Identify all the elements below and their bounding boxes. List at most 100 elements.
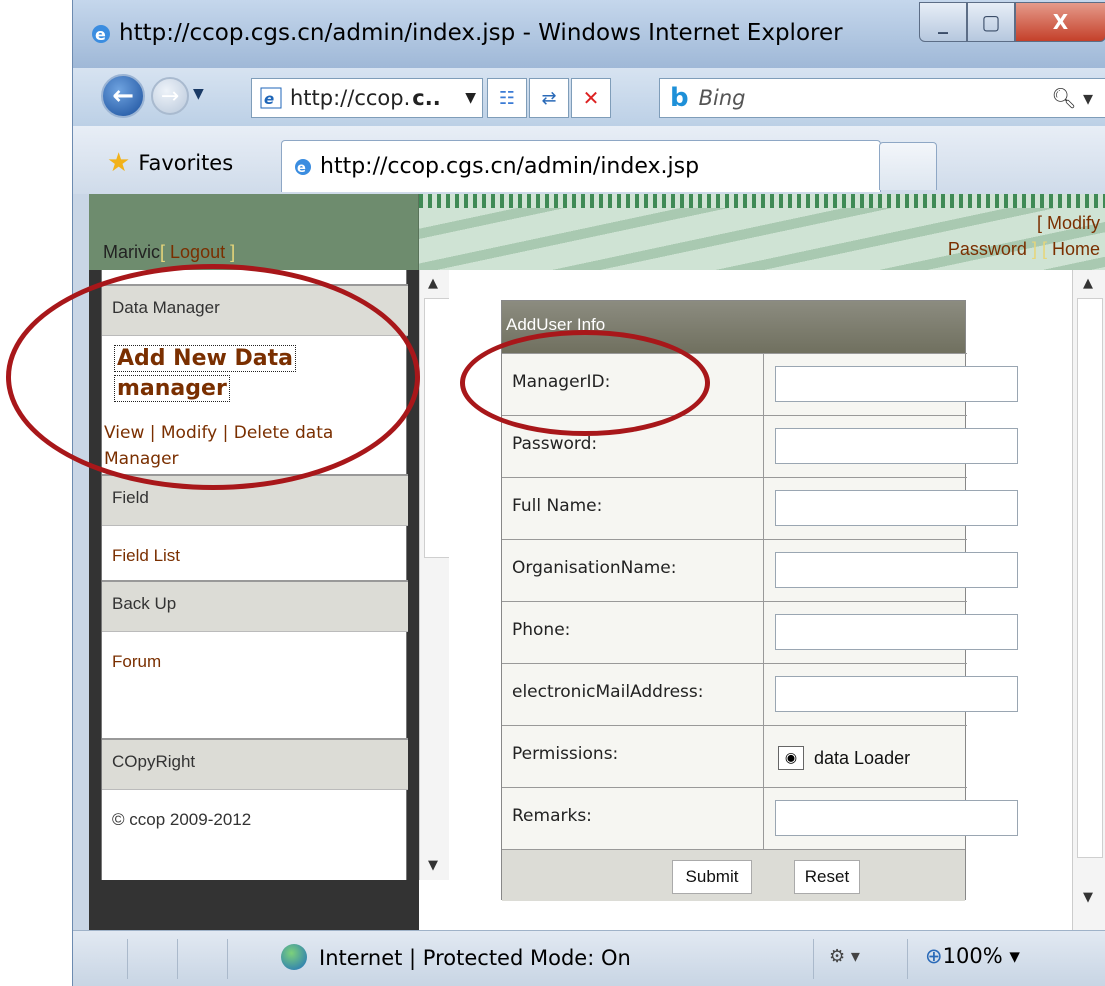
refresh-icon: ⇄: [541, 87, 557, 109]
email-label: electronicMailAddress:: [502, 664, 764, 725]
scrollbar-thumb[interactable]: [424, 298, 450, 558]
remarks-label: Remarks:: [502, 788, 764, 849]
phone-label: Phone:: [502, 602, 764, 663]
compatibility-icon: ☷: [498, 87, 516, 109]
form-footer: Submit Reset: [502, 849, 965, 901]
email-input[interactable]: [775, 676, 1018, 712]
bing-logo-icon: b: [670, 83, 689, 113]
form-row-permissions: Permissions: ◉ data Loader: [502, 725, 967, 787]
arrow-right-icon: →: [160, 83, 180, 109]
window-title: http://ccop.cgs.cn/admin/index.jsp - Win…: [119, 20, 843, 46]
sidebar-header-backup: Back Up: [102, 580, 408, 632]
minimize-button[interactable]: _: [919, 2, 967, 42]
scroll-down-icon[interactable]: ▼: [1083, 890, 1093, 905]
scroll-up-icon[interactable]: ▲: [1083, 276, 1093, 291]
data-loader-label: data Loader: [814, 748, 911, 768]
page-ie-icon: e: [260, 87, 282, 109]
scrollbar-thumb[interactable]: [1077, 298, 1103, 858]
scroll-down-icon[interactable]: ▼: [428, 858, 438, 873]
tab-ie-icon: e: [295, 158, 311, 176]
header-banner: [ Modify Password ] [ Home: [419, 194, 1105, 270]
password-link[interactable]: Password: [948, 239, 1027, 259]
manager-id-input[interactable]: [775, 366, 1018, 402]
window-controls: _ ▢ X: [919, 2, 1105, 44]
close-button[interactable]: X: [1015, 2, 1105, 42]
data-loader-radio[interactable]: ◉: [778, 746, 804, 770]
address-bar[interactable]: e http://ccop. c.. ▼: [251, 78, 483, 118]
status-divider: [227, 939, 228, 979]
permissions-label: Permissions:: [502, 726, 764, 787]
tab-title: http://ccop.cgs.cn/admin/index.jsp: [320, 154, 700, 179]
annotation-ellipse-manager-id: [460, 330, 710, 436]
compatibility-view-button[interactable]: ☷: [487, 78, 527, 118]
password-input[interactable]: [775, 428, 1018, 464]
forum-link[interactable]: Forum: [112, 652, 161, 672]
favorites-label: Favorites: [138, 151, 234, 175]
refresh-button[interactable]: ⇄: [529, 78, 569, 118]
modify-link[interactable]: [ Modify: [948, 210, 1100, 236]
status-divider: [177, 939, 178, 979]
user-bar: Marivic[ Logout ]: [103, 242, 235, 263]
phone-input[interactable]: [775, 614, 1018, 650]
tab-active[interactable]: e http://ccop.cgs.cn/admin/index.jsp: [281, 140, 881, 192]
svg-text:e: e: [95, 25, 106, 44]
organisation-name-input[interactable]: [775, 552, 1018, 588]
form-row-full-name: Full Name:: [502, 477, 1018, 539]
field-list-link[interactable]: Field List: [112, 546, 180, 566]
recent-pages-dropdown[interactable]: ▼: [193, 86, 204, 102]
arrow-left-icon: ←: [112, 81, 134, 111]
remarks-input[interactable]: [775, 800, 1018, 836]
full-name-label: Full Name:: [502, 478, 764, 539]
favorites-button[interactable]: ★ Favorites: [107, 148, 233, 178]
address-text: http://ccop.: [290, 86, 411, 110]
search-box[interactable]: b Bing 🔍︎ ▾: [659, 78, 1105, 118]
form-row-remarks: Remarks:: [502, 787, 1018, 849]
star-icon: ★: [107, 148, 131, 178]
title-bar: e http://ccop.cgs.cn/admin/index.jsp - W…: [73, 0, 1105, 68]
maximize-button[interactable]: ▢: [967, 2, 1015, 42]
scroll-up-icon[interactable]: ▲: [428, 276, 438, 291]
sidebar-scrollbar[interactable]: ▲ ▼: [419, 270, 450, 880]
organisation-name-label: OrganisationName:: [502, 540, 764, 601]
full-name-input[interactable]: [775, 490, 1018, 526]
submit-button[interactable]: Submit: [672, 860, 752, 894]
popup-settings-icon[interactable]: ⚙ ▾: [829, 946, 860, 967]
security-zone-text[interactable]: Internet | Protected Mode: On: [319, 946, 631, 970]
copyright-text: © ccop 2009-2012: [112, 810, 252, 829]
back-button[interactable]: ←: [101, 74, 145, 118]
new-tab-button[interactable]: [879, 142, 937, 190]
form-row-email: electronicMailAddress:: [502, 663, 1018, 725]
address-dropdown-icon[interactable]: ▼: [465, 90, 476, 106]
internet-globe-icon: [281, 944, 307, 970]
sidebar-header-copyright: COpyRight: [102, 738, 408, 790]
header-links: [ Modify Password ] [ Home: [948, 210, 1100, 262]
header-user-area: Marivic[ Logout ]: [89, 194, 419, 270]
zoom-control[interactable]: ⊕100% ▾: [925, 944, 1020, 968]
logout-link[interactable]: Logout: [170, 242, 225, 262]
address-text-bold: c..: [412, 86, 441, 110]
reset-button[interactable]: Reset: [794, 860, 860, 894]
zoom-icon: ⊕: [925, 944, 943, 968]
bracket-open: [: [160, 242, 166, 262]
radio-selected-icon: ◉: [784, 750, 798, 766]
status-divider: [813, 939, 814, 979]
bracket-close: ]: [230, 242, 236, 262]
stop-button[interactable]: ✕: [571, 78, 611, 118]
stop-icon: ✕: [582, 86, 600, 110]
status-divider: [907, 939, 908, 979]
form-row-organisation: OrganisationName:: [502, 539, 1018, 601]
username: Marivic: [103, 242, 160, 262]
home-link[interactable]: Home: [1052, 239, 1100, 259]
status-divider: [127, 939, 128, 979]
header-pattern: [419, 194, 1105, 208]
zoom-level: 100%: [942, 944, 1003, 968]
svg-text:e: e: [297, 161, 306, 176]
forward-button[interactable]: →: [151, 77, 189, 115]
search-icon[interactable]: 🔍︎ ▾: [1051, 86, 1093, 110]
form-row-phone: Phone:: [502, 601, 1018, 663]
browser-window: e http://ccop.cgs.cn/admin/index.jsp - W…: [72, 0, 1105, 986]
content-scrollbar[interactable]: ▲ ▼: [1072, 270, 1105, 930]
ie-logo-icon: e: [92, 25, 110, 44]
svg-text:e: e: [264, 90, 274, 108]
search-placeholder: Bing: [698, 86, 746, 110]
